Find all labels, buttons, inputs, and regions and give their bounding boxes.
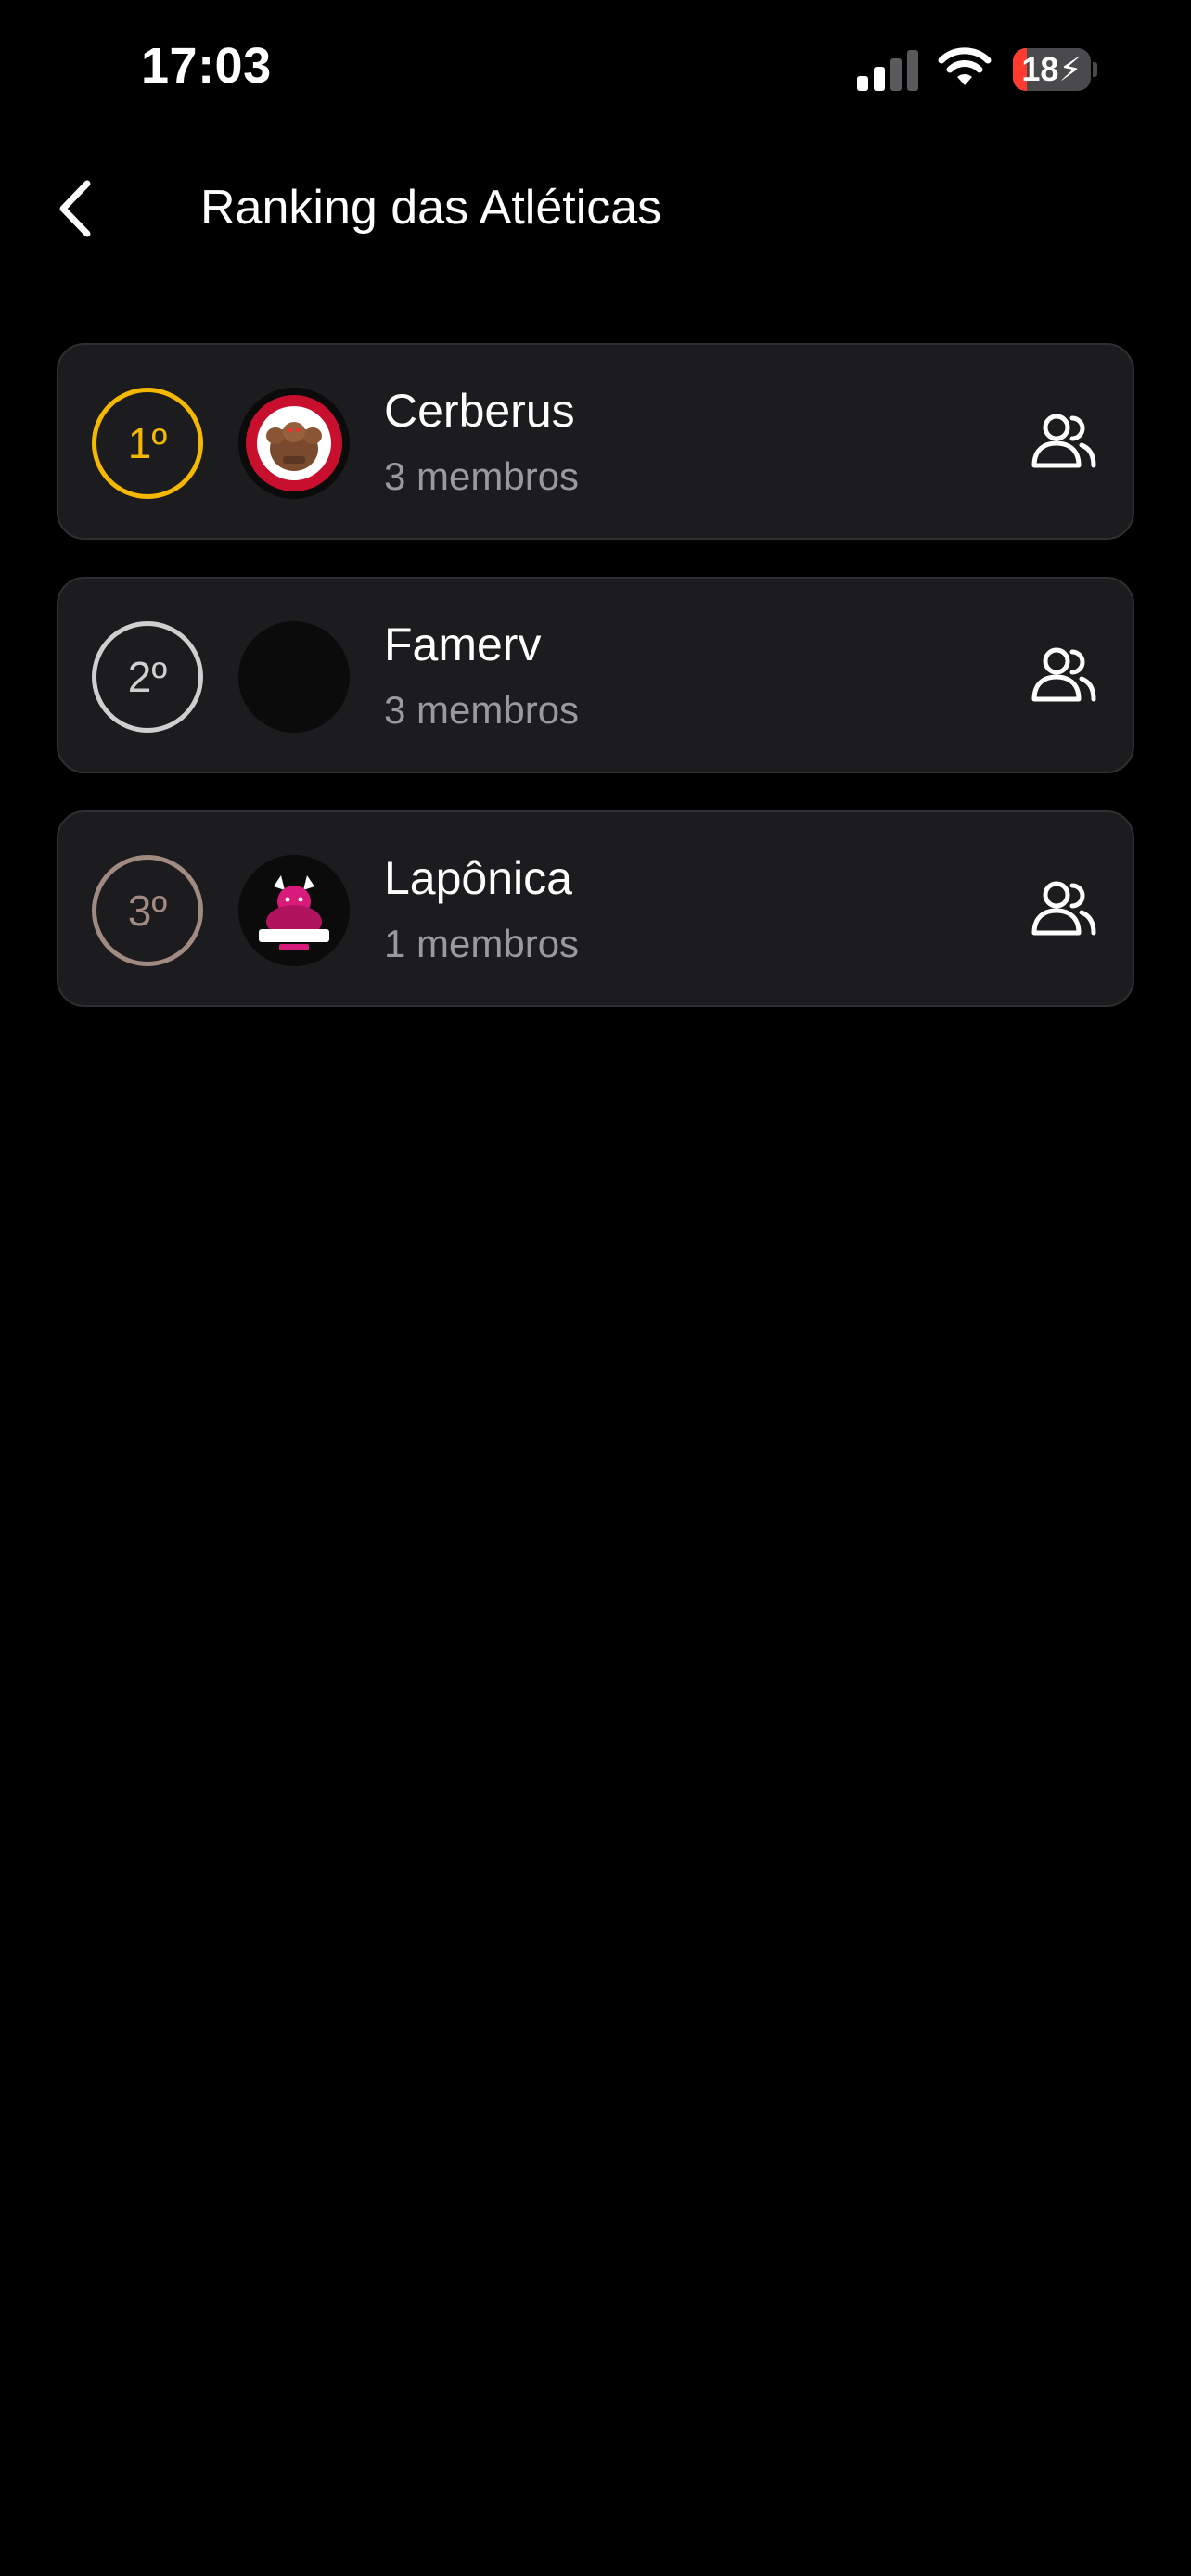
team-name: Lapônica <box>384 852 572 904</box>
rank-badge: 1º <box>92 388 203 499</box>
wifi-icon <box>938 47 992 85</box>
team-members-count: 3 membros <box>384 688 580 732</box>
battery-level: 18 <box>1021 50 1059 88</box>
rank-badge: 3º <box>92 855 203 966</box>
ranking-card-laponica[interactable]: 3º Lapônica 1 membros <box>57 810 1134 1007</box>
team-name: Famerv <box>384 618 542 670</box>
members-icon[interactable] <box>1031 879 1097 937</box>
chevron-left-icon <box>59 180 91 237</box>
members-icon[interactable] <box>1031 645 1097 703</box>
ranking-card-cerberus[interactable]: 1º Cerberus 3 membros <box>57 343 1134 540</box>
bolt-icon: ⚡ <box>1058 50 1082 88</box>
cellular-signal-icon <box>857 50 918 91</box>
ranking-list: 1º Cerberus 3 membros 2º Famerv 3 membro… <box>57 343 1134 1044</box>
back-button[interactable] <box>52 176 104 241</box>
ranking-card-famerv[interactable]: 2º Famerv 3 membros <box>57 577 1134 773</box>
cerberus-logo <box>238 388 350 499</box>
rank-badge: 2º <box>92 621 203 733</box>
members-icon[interactable] <box>1031 412 1097 469</box>
team-name: Cerberus <box>384 385 575 437</box>
page-title: Ranking das Atléticas <box>200 181 662 235</box>
team-members-count: 1 membros <box>384 922 580 965</box>
status-time: 17:03 <box>141 38 272 94</box>
battery-charging-icon: 18⚡ <box>1013 48 1097 91</box>
team-members-count: 3 membros <box>384 454 580 498</box>
laponica-logo <box>238 855 350 966</box>
status-bar: 17:03 18⚡ <box>0 0 1191 139</box>
empty-logo <box>238 621 350 733</box>
